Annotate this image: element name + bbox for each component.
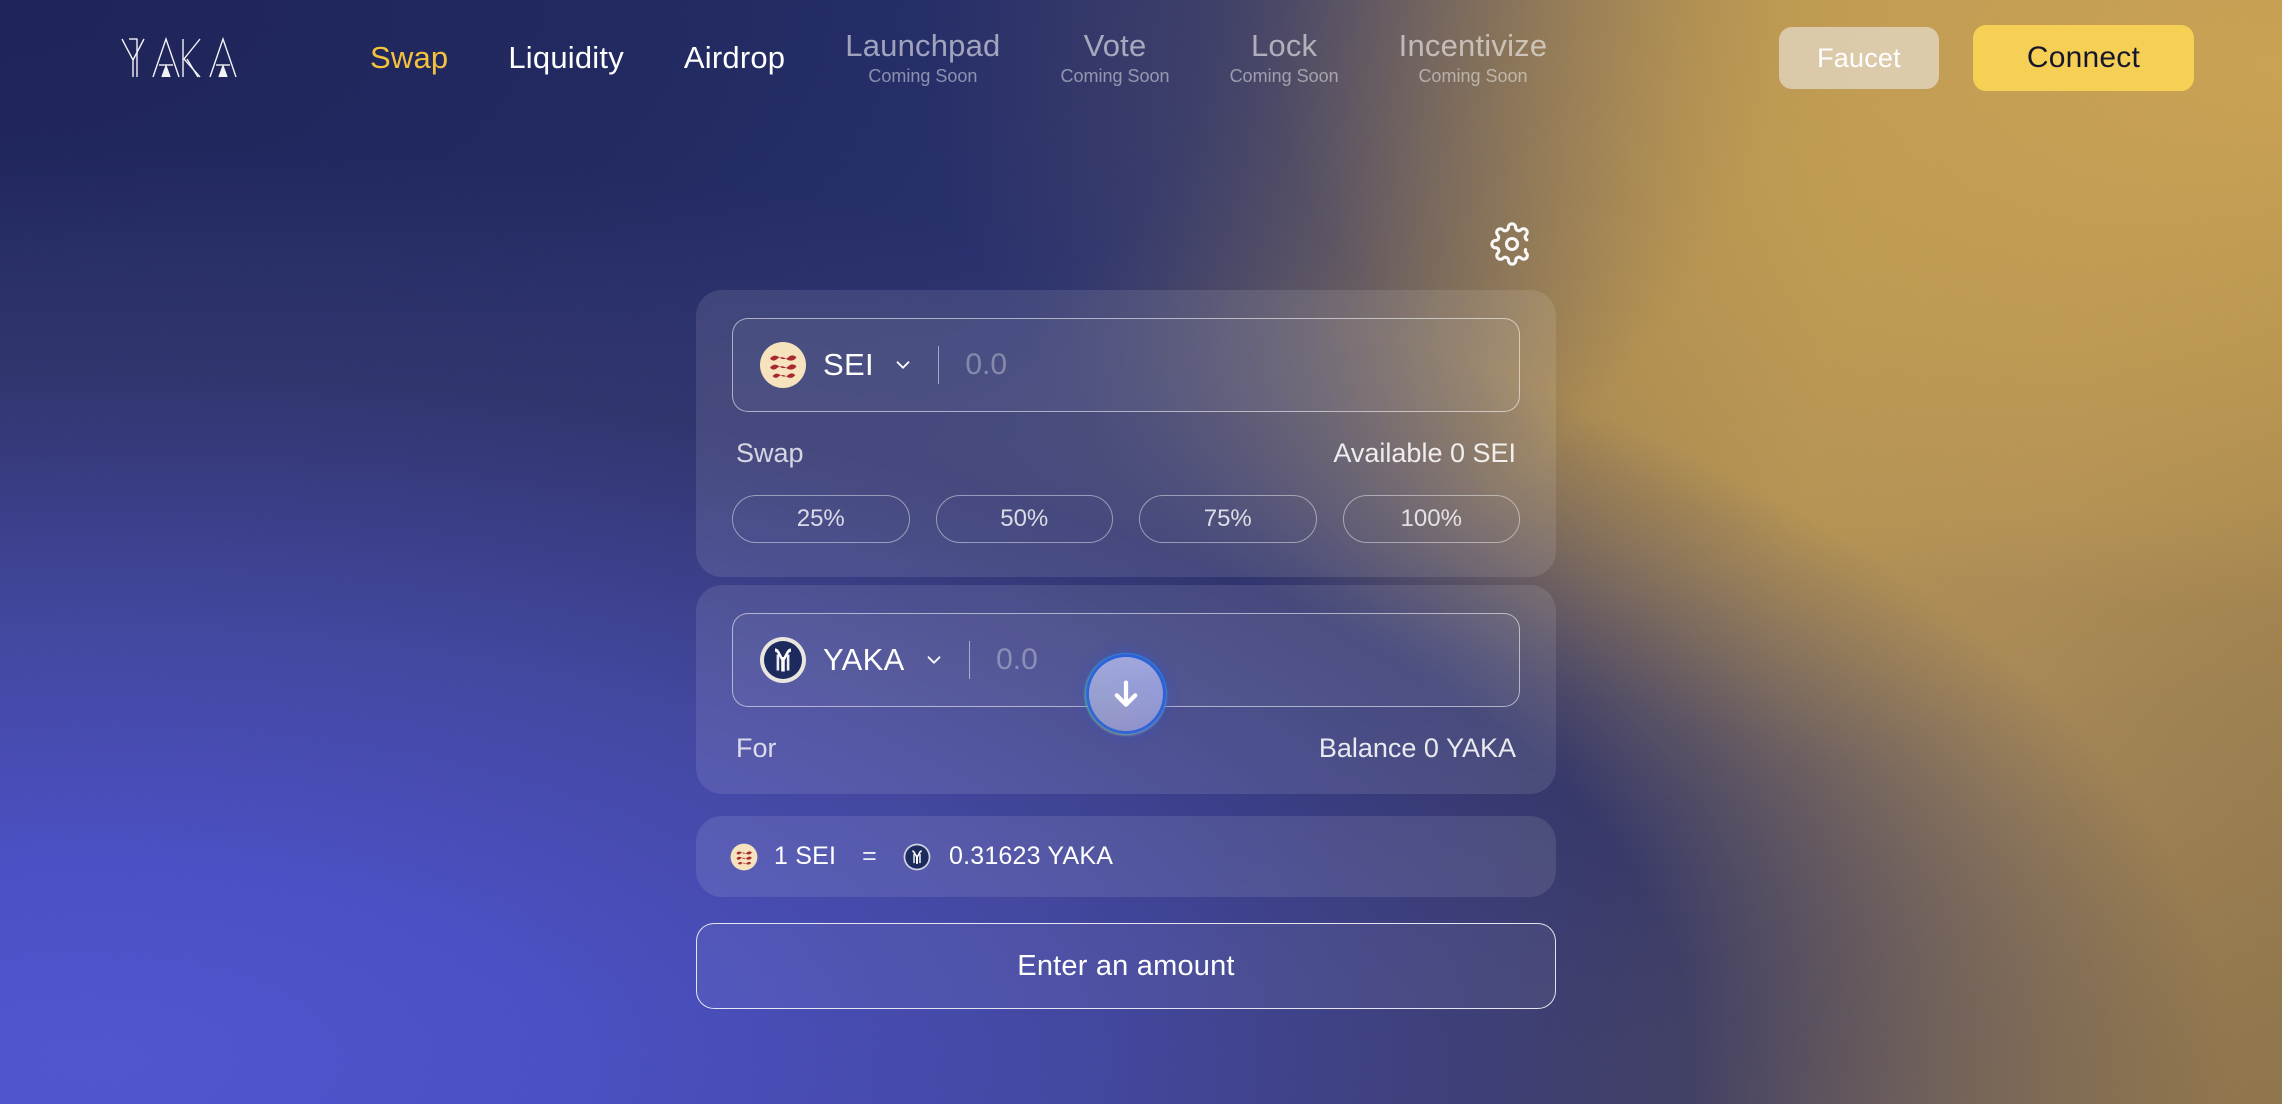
nav-item-sublabel: Coming Soon — [1418, 65, 1528, 86]
chevron-down-icon — [892, 354, 914, 376]
gear-icon[interactable] — [1490, 222, 1534, 266]
main-navigation: Swap Liquidity Airdrop Launchpad Coming Soon… — [340, 28, 1779, 88]
nav-item-label: Launchpad — [845, 27, 1001, 63]
rate-to-label: 0.31623 YAKA — [948, 842, 1114, 870]
field-divider — [968, 641, 971, 679]
arrow-down-icon — [1109, 677, 1143, 711]
nav-item-launchpad[interactable]: Launchpad Coming Soon — [815, 28, 1030, 88]
swap-direction-wrap — [1089, 657, 1163, 731]
field-divider — [937, 346, 940, 384]
percent-button-100[interactable]: 100% — [1342, 495, 1520, 543]
rate-from-label: 1 SEI — [774, 842, 837, 870]
app-header: Swap Liquidity Airdrop Launchpad Coming Soon… — [0, 0, 2282, 116]
nav-item-label: Lock — [1250, 27, 1318, 63]
chevron-down-icon — [923, 649, 945, 671]
from-token-field: SEI — [732, 318, 1520, 412]
from-token-selector[interactable]: SEI — [759, 341, 914, 389]
nav-item-lock[interactable]: Lock Coming Soon — [1200, 28, 1369, 88]
nav-item-airdrop[interactable]: Airdrop — [654, 40, 815, 76]
nav-item-liquidity[interactable]: Liquidity — [478, 40, 654, 76]
swap-direction-button[interactable] — [1089, 657, 1163, 731]
to-meta-row: For Balance 0 YAKA — [732, 733, 1520, 764]
nav-item-sublabel: Coming Soon — [1060, 65, 1170, 86]
percent-button-25[interactable]: 25% — [732, 495, 910, 543]
from-token-symbol: SEI — [823, 347, 874, 382]
to-balance-label: Balance 0 YAKA — [1318, 733, 1516, 763]
from-amount-input[interactable] — [965, 348, 1493, 382]
nav-item-vote[interactable]: Vote Coming Soon — [1030, 28, 1199, 88]
exchange-rate-row: 1 SEI = 0.31623 YAKA — [696, 816, 1556, 897]
swap-cta-button[interactable]: Enter an amount — [696, 923, 1556, 1009]
nav-item-label: Airdrop — [683, 40, 786, 76]
from-balance-label: Available 0 SEI — [1333, 438, 1516, 468]
nav-item-swap[interactable]: Swap — [340, 40, 478, 76]
faucet-button[interactable]: Faucet — [1779, 27, 1939, 89]
sei-token-icon — [730, 843, 758, 871]
nav-item-label: Incentivize — [1398, 27, 1548, 63]
percent-button-75[interactable]: 75% — [1139, 495, 1317, 543]
nav-item-incentivize[interactable]: Incentivize Coming Soon — [1369, 28, 1578, 88]
from-meta-row: Swap Available 0 SEI — [732, 438, 1520, 469]
nav-item-sublabel: Coming Soon — [868, 65, 978, 86]
yaka-logo[interactable] — [120, 32, 248, 84]
header-actions: Faucet Connect — [1779, 25, 2194, 91]
to-token-symbol: YAKA — [823, 642, 905, 677]
sei-token-icon — [759, 341, 807, 389]
swap-from-panel: SEI Swap Available 0 SEI 25% 50% 75% 100% — [696, 290, 1556, 577]
nav-item-label: Liquidity — [508, 40, 624, 76]
settings-row — [696, 222, 1556, 266]
nav-item-label: Swap — [370, 40, 449, 76]
swap-widget: SEI Swap Available 0 SEI 25% 50% 75% 100% — [696, 222, 1556, 1009]
to-action-label: For — [736, 733, 777, 763]
connect-wallet-button[interactable]: Connect — [1972, 25, 2194, 91]
to-token-selector[interactable]: YAKA — [759, 636, 945, 684]
nav-item-sublabel: Coming Soon — [1229, 65, 1339, 86]
nav-item-label: Vote — [1083, 27, 1147, 63]
to-amount-input[interactable] — [996, 643, 1493, 677]
rate-equals-sign: = — [862, 842, 877, 870]
percent-buttons-row: 25% 50% 75% 100% — [732, 495, 1520, 543]
percent-button-50[interactable]: 50% — [935, 495, 1113, 543]
from-action-label: Swap — [736, 438, 804, 468]
yaka-token-icon — [903, 843, 931, 871]
yaka-token-icon — [759, 636, 807, 684]
